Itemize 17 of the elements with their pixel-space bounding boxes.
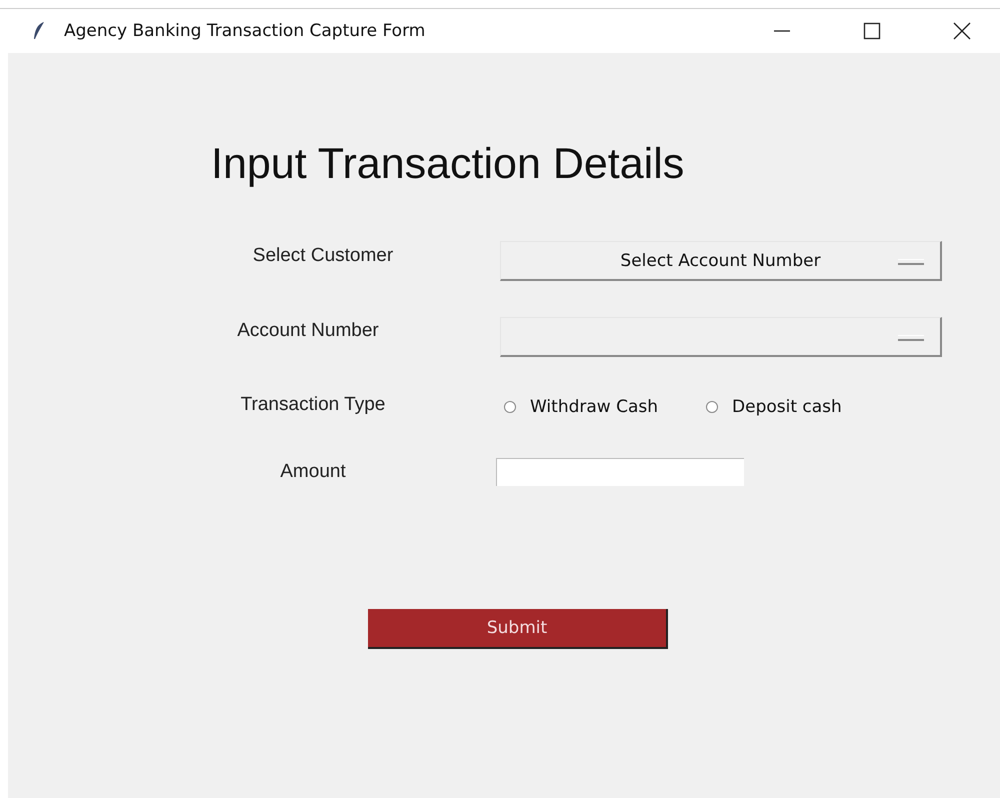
field-label: Amount xyxy=(279,461,347,483)
form-heading: Input Transaction Details xyxy=(211,139,686,189)
window-title: Agency Banking Transaction Capture Form xyxy=(64,21,426,41)
radio-option[interactable]: Withdraw Cash xyxy=(504,397,658,417)
field-label: Transaction Type xyxy=(240,394,386,416)
submit-button[interactable]: Submit xyxy=(368,609,668,649)
feather-icon xyxy=(32,21,46,41)
dropdown-indicator-icon xyxy=(898,334,924,340)
field-label: Select Customer xyxy=(252,245,394,267)
amount-input[interactable] xyxy=(496,458,744,486)
close-icon[interactable] xyxy=(952,21,972,41)
account-dropdown[interactable] xyxy=(500,316,942,356)
dropdown-indicator-icon xyxy=(898,259,924,265)
field-label: Account Number xyxy=(236,320,380,342)
maximize-icon[interactable] xyxy=(862,21,882,41)
radio-option[interactable]: Deposit cash xyxy=(706,397,842,417)
customer-dropdown[interactable]: Select Account Number xyxy=(500,241,942,281)
